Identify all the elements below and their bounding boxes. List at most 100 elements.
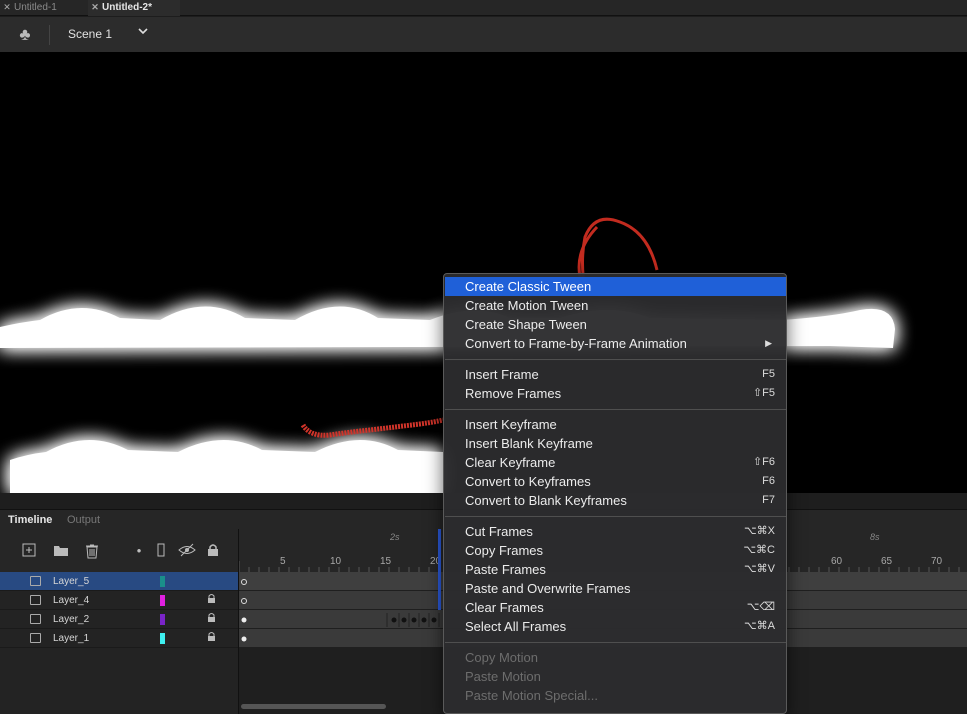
- menu-item-create-classic-tween[interactable]: Create Classic Tween: [445, 277, 786, 296]
- lock-icon[interactable]: [207, 612, 217, 624]
- menu-item-label: Paste Motion Special...: [465, 688, 598, 703]
- menu-item-clear-keyframe[interactable]: Clear Keyframe ⇧F6: [445, 453, 786, 472]
- menu-item-copy-frames[interactable]: Copy Frames ⌥⌘C: [445, 541, 786, 560]
- menu-item-label: Convert to Blank Keyframes: [465, 493, 627, 508]
- playhead[interactable]: [438, 529, 441, 610]
- layer-list: Layer_5 Layer_4 Layer_2 Layer_1: [0, 572, 238, 714]
- ruler-tick-label: 5: [280, 556, 286, 567]
- ruler-tick-label: 65: [881, 556, 893, 567]
- menu-item-select-all-frames[interactable]: Select All Frames ⌥⌘A: [445, 617, 786, 636]
- menu-item-label: Insert Frame: [465, 367, 539, 382]
- menu-item-convert-frame-by-frame[interactable]: Convert to Frame-by-Frame Animation ▶: [445, 334, 786, 353]
- layer-row-layer-1[interactable]: Layer_1: [0, 629, 238, 648]
- menu-separator: [445, 642, 786, 643]
- menu-item-paste-overwrite-frames[interactable]: Paste and Overwrite Frames: [445, 579, 786, 598]
- outline-icon[interactable]: [153, 543, 169, 559]
- doc-tab-label: Untitled-1: [14, 2, 57, 13]
- layer-icon: [30, 614, 41, 624]
- menu-item-remove-frames[interactable]: Remove Frames ⇧F5: [445, 384, 786, 403]
- menu-item-label: Paste Frames: [465, 562, 546, 577]
- menu-shortcut: ⌥⌫: [746, 601, 775, 613]
- eye-hidden-icon[interactable]: [178, 543, 196, 559]
- menu-item-insert-frame[interactable]: Insert Frame F5: [445, 365, 786, 384]
- menu-shortcut: ⌥⌘A: [743, 620, 775, 632]
- doc-tab-label: Untitled-2*: [102, 2, 152, 13]
- menu-item-label: Create Motion Tween: [465, 298, 589, 313]
- menu-shortcut: F5: [762, 368, 775, 380]
- menu-item-insert-blank-keyframe[interactable]: Insert Blank Keyframe: [445, 434, 786, 453]
- menu-item-insert-keyframe[interactable]: Insert Keyframe: [445, 415, 786, 434]
- layer-row-layer-4[interactable]: Layer_4: [0, 591, 238, 610]
- menu-item-label: Remove Frames: [465, 386, 562, 401]
- layer-color-swatch[interactable]: [160, 614, 165, 625]
- menu-shortcut: ⌥⌘C: [743, 544, 775, 556]
- menu-item-label: Create Classic Tween: [465, 279, 592, 294]
- ruler-tick-label: 15: [380, 556, 392, 567]
- layer-toolbar: •: [0, 529, 238, 572]
- menu-item-label: Clear Keyframe: [465, 455, 556, 470]
- club-icon[interactable]: ♣: [14, 25, 36, 45]
- tab-timeline[interactable]: Timeline: [8, 514, 52, 526]
- layer-row-layer-2[interactable]: Layer_2: [0, 610, 238, 629]
- menu-shortcut: F7: [762, 494, 775, 506]
- menu-separator: [445, 516, 786, 517]
- menu-item-cut-frames[interactable]: Cut Frames ⌥⌘X: [445, 522, 786, 541]
- layer-icon: [30, 633, 41, 643]
- menu-shortcut: ⌥⌘V: [743, 563, 775, 575]
- menu-item-label: Copy Frames: [465, 543, 544, 558]
- ruler-time-label: 2s: [390, 532, 400, 542]
- menu-item-paste-motion-special: Paste Motion Special...: [445, 686, 786, 705]
- doc-tab-untitled-2[interactable]: ✕ Untitled-2*: [88, 0, 180, 16]
- menu-shortcut: ⇧F6: [752, 456, 775, 468]
- close-icon[interactable]: ✕: [88, 0, 102, 15]
- horizontal-scrollbar[interactable]: [241, 704, 386, 709]
- close-icon[interactable]: ✕: [0, 0, 14, 15]
- menu-item-label: Insert Blank Keyframe: [465, 436, 593, 451]
- new-folder-icon[interactable]: [53, 543, 69, 559]
- menu-item-paste-motion: Paste Motion: [445, 667, 786, 686]
- lock-icon[interactable]: [207, 593, 217, 605]
- menu-item-convert-to-blank-keyframes[interactable]: Convert to Blank Keyframes F7: [445, 491, 786, 510]
- new-layer-icon[interactable]: [21, 543, 37, 559]
- menu-separator: [445, 409, 786, 410]
- layer-icon: [30, 595, 41, 605]
- menu-item-label: Convert to Frame-by-Frame Animation: [465, 336, 687, 351]
- menu-item-paste-frames[interactable]: Paste Frames ⌥⌘V: [445, 560, 786, 579]
- layer-name: Layer_4: [53, 595, 90, 606]
- menu-separator: [445, 359, 786, 360]
- menu-item-clear-frames[interactable]: Clear Frames ⌥⌫: [445, 598, 786, 617]
- menu-item-copy-motion: Copy Motion: [445, 648, 786, 667]
- wave-shape-lower: [10, 439, 443, 493]
- highlight-dot-icon[interactable]: •: [131, 543, 147, 559]
- ruler-tick-label: 10: [330, 556, 342, 567]
- layer-icon: [30, 576, 41, 586]
- lock-icon[interactable]: [207, 631, 217, 643]
- menu-shortcut: ⇧F5: [752, 387, 775, 399]
- menu-item-label: Insert Keyframe: [465, 417, 557, 432]
- menu-item-convert-to-keyframes[interactable]: Convert to Keyframes F6: [445, 472, 786, 491]
- context-menu: Create Classic Tween Create Motion Tween…: [443, 273, 787, 714]
- layer-row-layer-5[interactable]: Layer_5: [0, 572, 238, 591]
- menu-item-label: Copy Motion: [465, 650, 538, 665]
- red-squiggle-stroke: [300, 417, 444, 438]
- chevron-down-icon[interactable]: [137, 25, 149, 40]
- menu-item-label: Create Shape Tween: [465, 317, 587, 332]
- document-tab-bar: ✕ Untitled-1 ✕ Untitled-2*: [0, 0, 967, 16]
- submenu-arrow-icon: ▶: [765, 338, 772, 348]
- layer-color-swatch[interactable]: [160, 595, 165, 606]
- trash-icon[interactable]: [84, 543, 100, 559]
- doc-tab-untitled-1[interactable]: ✕ Untitled-1: [0, 0, 88, 16]
- menu-item-create-motion-tween[interactable]: Create Motion Tween: [445, 296, 786, 315]
- layer-name: Layer_2: [53, 614, 90, 625]
- menu-item-label: Cut Frames: [465, 524, 533, 539]
- layer-color-swatch[interactable]: [160, 576, 165, 587]
- menu-item-create-shape-tween[interactable]: Create Shape Tween: [445, 315, 786, 334]
- menu-shortcut: ⌥⌘X: [743, 525, 775, 537]
- layer-name: Layer_1: [53, 633, 90, 644]
- layer-name: Layer_5: [53, 576, 90, 587]
- tab-output[interactable]: Output: [67, 514, 100, 526]
- scene-selector-label[interactable]: Scene 1: [68, 27, 112, 41]
- layer-color-swatch[interactable]: [160, 633, 165, 644]
- lock-icon[interactable]: [205, 543, 221, 559]
- divider: [49, 25, 50, 45]
